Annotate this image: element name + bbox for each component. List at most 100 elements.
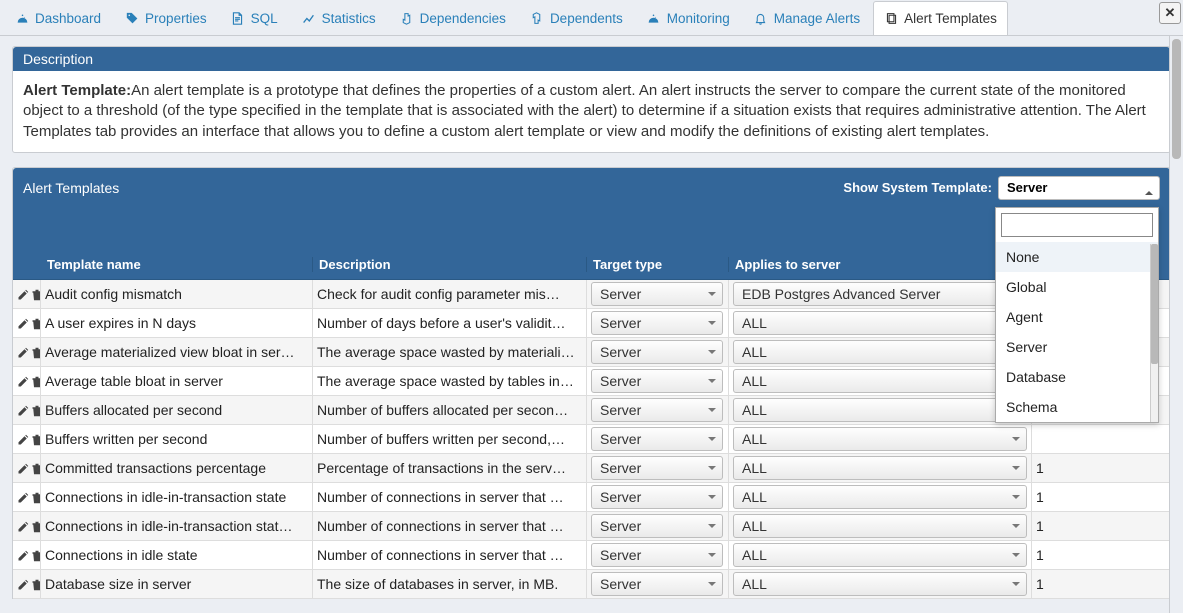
- description-body: Alert Template:An alert template is a pr…: [13, 71, 1170, 152]
- edit-icon[interactable]: [17, 578, 29, 590]
- col-description[interactable]: Description: [313, 257, 587, 272]
- delete-icon[interactable]: [31, 346, 41, 358]
- target-type-select[interactable]: Server: [591, 398, 723, 422]
- row-actions: [13, 396, 41, 424]
- cell-name: Buffers written per second: [41, 425, 313, 453]
- target-type-select[interactable]: Server: [591, 572, 723, 596]
- table-row: Database size in serverThe size of datab…: [13, 570, 1170, 599]
- dropdown-option[interactable]: Server: [996, 332, 1158, 362]
- col-template-name[interactable]: Template name: [41, 257, 313, 272]
- dropdown-option[interactable]: Database: [996, 362, 1158, 392]
- dropdown-search-input[interactable]: [1001, 213, 1153, 237]
- applies-to-server-select[interactable]: ALL: [733, 514, 1027, 538]
- table-row: Committed transactions percentagePercent…: [13, 454, 1170, 483]
- applies-to-server-select[interactable]: ALL: [733, 485, 1027, 509]
- target-type-select[interactable]: Server: [591, 311, 723, 335]
- target-type-select[interactable]: Server: [591, 485, 723, 509]
- edit-icon[interactable]: [17, 375, 29, 387]
- applies-to-server-select[interactable]: ALL: [733, 456, 1027, 480]
- tab-dependents[interactable]: Dependents: [519, 1, 634, 35]
- applies-to-server-select[interactable]: ALL: [733, 427, 1027, 451]
- cell-server: ALL: [729, 483, 1032, 511]
- cell-description: Percentage of transactions in the serv…: [313, 454, 587, 482]
- target-type-select[interactable]: Server: [591, 282, 723, 306]
- edit-icon[interactable]: [17, 288, 29, 300]
- target-type-select[interactable]: Server: [591, 514, 723, 538]
- delete-icon[interactable]: [31, 404, 41, 416]
- cell-server: ALL: [729, 512, 1032, 540]
- delete-icon[interactable]: [31, 491, 41, 503]
- target-type-select[interactable]: Server: [591, 543, 723, 567]
- dropdown-option[interactable]: Agent: [996, 302, 1158, 332]
- page-scrollbar[interactable]: [1169, 36, 1183, 613]
- target-type-select[interactable]: Server: [591, 456, 723, 480]
- tab-properties[interactable]: Properties: [114, 1, 218, 35]
- edit-icon[interactable]: [17, 404, 29, 416]
- description-text: An alert template is a prototype that de…: [23, 82, 1146, 140]
- tags-icon: [125, 11, 139, 25]
- edit-icon[interactable]: [17, 549, 29, 561]
- cell-server: ALL: [729, 396, 1032, 424]
- cell-target: Server: [587, 309, 729, 337]
- target-type-select[interactable]: Server: [591, 340, 723, 364]
- scrollbar-thumb[interactable]: [1172, 39, 1181, 159]
- tab-manage-alerts[interactable]: Manage Alerts: [743, 1, 871, 35]
- tab-alert-templates[interactable]: Alert Templates: [873, 1, 1008, 35]
- tab-sql[interactable]: SQL: [220, 1, 289, 35]
- system-template-select[interactable]: Server: [998, 176, 1160, 200]
- delete-icon[interactable]: [31, 578, 41, 590]
- col-applies-to-server[interactable]: Applies to server: [729, 257, 1032, 272]
- cell-target: Server: [587, 367, 729, 395]
- delete-icon[interactable]: [31, 375, 41, 387]
- filter-area: Show System Template: Server: [843, 176, 1160, 200]
- delete-icon[interactable]: [31, 317, 41, 329]
- target-type-select[interactable]: Server: [591, 369, 723, 393]
- tab-statistics[interactable]: Statistics: [291, 1, 387, 35]
- cell-target: Server: [587, 338, 729, 366]
- row-actions: [13, 367, 41, 395]
- edit-icon[interactable]: [17, 491, 29, 503]
- applies-to-server-select[interactable]: ALL: [733, 543, 1027, 567]
- cell-name: Committed transactions percentage: [41, 454, 313, 482]
- delete-icon[interactable]: [31, 520, 41, 532]
- edit-icon[interactable]: [17, 317, 29, 329]
- scrollbar-thumb[interactable]: [1151, 244, 1158, 364]
- delete-icon[interactable]: [31, 433, 41, 445]
- cell-value: [1032, 425, 1170, 453]
- cell-name: A user expires in N days: [41, 309, 313, 337]
- close-button[interactable]: ✕: [1159, 2, 1181, 24]
- applies-to-server-select[interactable]: ALL: [733, 398, 1027, 422]
- delete-icon[interactable]: [31, 549, 41, 561]
- cell-target: Server: [587, 454, 729, 482]
- dropdown-scrollbar[interactable]: [1150, 244, 1158, 422]
- dropdown-option[interactable]: Schema: [996, 392, 1158, 422]
- edit-icon[interactable]: [17, 433, 29, 445]
- dropdown-option[interactable]: Global: [996, 272, 1158, 302]
- hand-up-icon: [530, 11, 544, 25]
- applies-to-server-select[interactable]: ALL: [733, 369, 1027, 393]
- tab-monitoring[interactable]: Monitoring: [636, 1, 741, 35]
- bell-icon: [754, 11, 768, 25]
- tab-dependencies[interactable]: Dependencies: [389, 1, 517, 35]
- col-target-type[interactable]: Target type: [587, 257, 729, 272]
- cell-server: ALL: [729, 309, 1032, 337]
- applies-to-server-select[interactable]: ALL: [733, 311, 1027, 335]
- applies-to-server-select[interactable]: ALL: [733, 340, 1027, 364]
- edit-icon[interactable]: [17, 520, 29, 532]
- target-type-select[interactable]: Server: [591, 427, 723, 451]
- cell-value: 1: [1032, 541, 1170, 569]
- tab-label: Properties: [145, 11, 207, 26]
- tab-dashboard[interactable]: Dashboard: [4, 1, 112, 35]
- cell-description: The average space wasted by materiali…: [313, 338, 587, 366]
- tab-label: Dependencies: [420, 11, 506, 26]
- edit-icon[interactable]: [17, 462, 29, 474]
- dropdown-option[interactable]: None: [996, 242, 1158, 272]
- edit-icon[interactable]: [17, 346, 29, 358]
- cell-server: ALL: [729, 367, 1032, 395]
- applies-to-server-select[interactable]: EDB Postgres Advanced Server: [733, 282, 1027, 306]
- delete-icon[interactable]: [31, 288, 41, 300]
- cell-target: Server: [587, 541, 729, 569]
- row-actions: [13, 309, 41, 337]
- applies-to-server-select[interactable]: ALL: [733, 572, 1027, 596]
- delete-icon[interactable]: [31, 462, 41, 474]
